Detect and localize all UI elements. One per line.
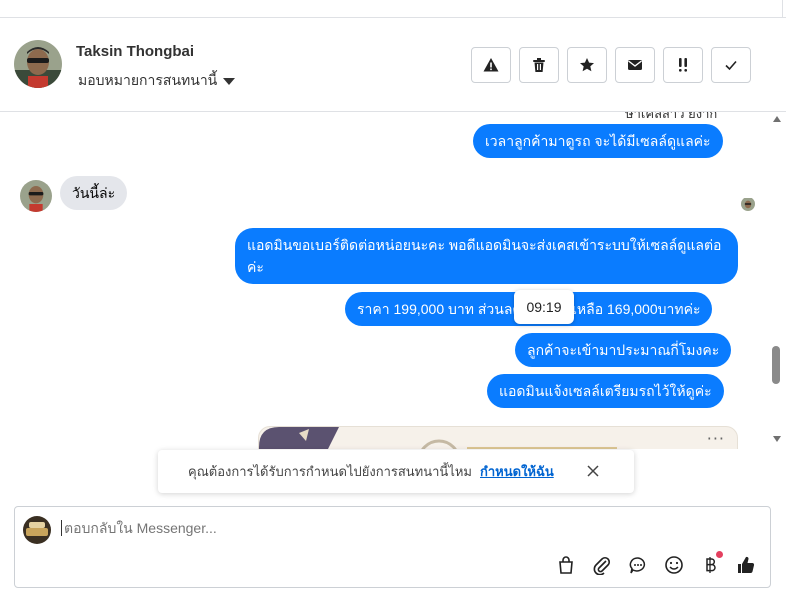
preview-image bbox=[259, 427, 617, 449]
warning-icon bbox=[483, 58, 499, 72]
top-strip bbox=[0, 0, 786, 18]
more-options-icon[interactable]: ··· bbox=[707, 429, 725, 448]
scroll-up-arrow[interactable] bbox=[773, 116, 781, 122]
envelope-icon bbox=[628, 60, 642, 70]
star-icon bbox=[580, 58, 594, 72]
chevron-down-icon bbox=[223, 78, 236, 85]
conversation-actions bbox=[471, 47, 751, 83]
check-icon bbox=[725, 60, 737, 71]
composer-toolbar bbox=[556, 551, 756, 575]
message-bubble-outgoing[interactable]: แอดมินแจ้งเซลล์เตรียมรถไว้ให้ดูค่ะ bbox=[487, 374, 724, 408]
message-bubble-incoming[interactable]: วันนี้ล่ะ bbox=[60, 176, 128, 210]
assign-to-me-link[interactable]: กำหนดให้ฉัน bbox=[480, 461, 554, 482]
message-composer bbox=[14, 506, 771, 588]
mark-done-button[interactable] bbox=[711, 47, 751, 83]
scroll-thumb[interactable] bbox=[772, 346, 780, 384]
conversation-header: Taksin Thongbai มอบหมายการสนทนานี้ bbox=[0, 18, 786, 112]
trash-icon bbox=[533, 58, 545, 72]
seen-avatar bbox=[741, 197, 755, 211]
message-bubble-outgoing[interactable]: เวลาลูกค้ามาดูรถ จะได้มีเซลล์ดูแลค่ะ bbox=[473, 124, 723, 158]
contact-avatar[interactable] bbox=[14, 40, 62, 88]
baht-icon[interactable] bbox=[700, 551, 723, 575]
divider bbox=[782, 0, 783, 18]
close-icon[interactable] bbox=[586, 464, 600, 478]
contact-name[interactable]: Taksin Thongbai bbox=[76, 43, 194, 60]
assign-conversation-dropdown[interactable]: มอบหมายการสนทนานี้ bbox=[78, 70, 236, 92]
mark-unread-button[interactable] bbox=[615, 47, 655, 83]
shopping-bag-icon[interactable] bbox=[556, 555, 576, 575]
cut-off-message-text: ษำเคลสาว ยง่าก bbox=[625, 112, 718, 121]
assign-notice-text: คุณต้องการได้รับการกำหนดไปยังการสนทนานี้… bbox=[188, 464, 472, 479]
notification-dot bbox=[716, 551, 723, 558]
contact-avatar-small bbox=[20, 180, 52, 212]
message-bubble-outgoing[interactable]: ลูกค้าจะเข้ามาประมาณกี่โมงคะ bbox=[515, 333, 732, 367]
thumbs-up-icon[interactable] bbox=[736, 555, 756, 575]
assign-label: มอบหมายการสนทนานี้ bbox=[78, 72, 218, 88]
shared-media-preview[interactable]: ··· bbox=[258, 426, 738, 449]
scroll-down-arrow[interactable] bbox=[773, 436, 781, 442]
delete-button[interactable] bbox=[519, 47, 559, 83]
double-exclamation-icon bbox=[679, 58, 687, 72]
reply-input[interactable] bbox=[61, 520, 661, 536]
paperclip-icon[interactable] bbox=[592, 555, 612, 575]
mark-spam-button[interactable] bbox=[471, 47, 511, 83]
message-bubble-outgoing[interactable]: แอดมินขอเบอร์ติดต่อหน่อยนะคะ พอดีแอดมินจ… bbox=[235, 228, 738, 284]
emoji-icon[interactable] bbox=[664, 555, 684, 575]
star-button[interactable] bbox=[567, 47, 607, 83]
message-list[interactable]: ษำเคลสาว ยง่าก เวลาลูกค้ามาดูรถ จะได้มีเ… bbox=[0, 112, 770, 449]
chat-scrollbar[interactable] bbox=[770, 112, 782, 449]
saved-reply-icon[interactable] bbox=[628, 555, 648, 575]
page-avatar bbox=[23, 516, 51, 544]
assign-notice-banner: คุณต้องการได้รับการกำหนดไปยังการสนทนานี้… bbox=[158, 450, 634, 493]
timestamp-tooltip: 09:19 bbox=[514, 290, 574, 324]
follow-up-button[interactable] bbox=[663, 47, 703, 83]
